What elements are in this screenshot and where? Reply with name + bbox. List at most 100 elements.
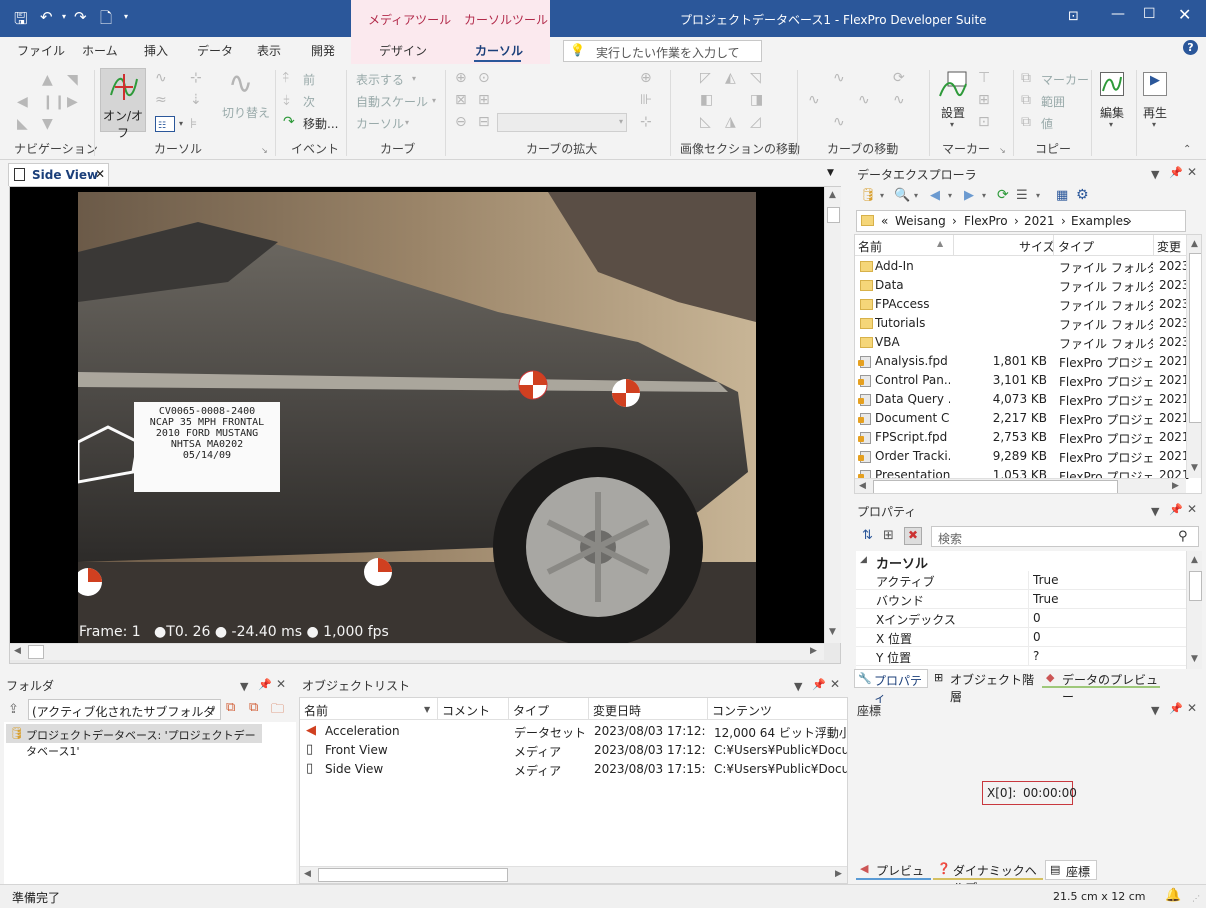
path-segment[interactable]: Weisang [895, 214, 946, 228]
explorer-file-row[interactable]: VBA ファイル フォルダー 2023/ [855, 333, 1189, 352]
panel-menu-icon[interactable]: ▼ [1151, 168, 1159, 181]
tab-home[interactable]: ホーム [82, 42, 118, 59]
cursor-lines-icon[interactable]: ⊧ [190, 116, 197, 132]
forward-icon[interactable]: ▶ [964, 188, 974, 203]
marker-c-icon[interactable]: ⊡ [978, 114, 990, 130]
help-icon[interactable]: ? [1183, 40, 1198, 55]
tab-data[interactable]: データ [197, 42, 233, 59]
path-separator[interactable]: › [1061, 214, 1066, 228]
close-panel-icon[interactable]: ✕ [830, 677, 840, 691]
doc-tabs-dropdown-icon[interactable]: ▼ [827, 168, 834, 178]
close-panel-icon[interactable]: ✕ [1187, 165, 1197, 179]
maximize-icon[interactable]: ☐ [1143, 6, 1156, 22]
copy-value-icon[interactable]: ⧉ [1021, 114, 1031, 130]
quick-access-dropdown-icon[interactable]: ▾ [124, 12, 128, 21]
back-icon[interactable]: ◀ [930, 188, 940, 203]
switch-icon[interactable]: ∿ [228, 66, 253, 101]
column-header-modified[interactable]: 変更 [1157, 238, 1181, 255]
redo-icon[interactable]: ↷ [74, 8, 87, 26]
property-row[interactable]: バウンド True [856, 590, 1186, 609]
cursor-down-icon[interactable]: ⇣ [190, 92, 202, 108]
zoom-in-icon[interactable]: ⊕ [455, 70, 467, 86]
arrow-corner-icon[interactable]: ◥ [67, 72, 78, 88]
column-header-type[interactable]: タイプ [513, 702, 549, 719]
event-move-button[interactable]: 移動... [303, 115, 338, 132]
sort-az-icon[interactable]: ⇅ [862, 528, 873, 543]
marker-dialog-launcher-icon[interactable]: ↘ [999, 146, 1006, 155]
path-separator[interactable]: › [952, 214, 957, 228]
object-row[interactable]: ◀ Acceleration データセット 2023/08/03 17:12:16 12… [300, 722, 847, 741]
media-vscrollbar[interactable]: ▲ ▼ [824, 187, 841, 643]
properties-search-input[interactable]: 検索 ⚲ [931, 526, 1199, 547]
pin-icon[interactable]: 📌 [1169, 702, 1183, 715]
explorer-file-row[interactable]: Document C... 2,217 KB FlexPro プロジェ... 2021… [855, 409, 1189, 428]
image-move-down-icon[interactable]: ◮ [725, 114, 736, 130]
marker-settings-label[interactable]: 設置 [941, 104, 965, 121]
zoom-preset-icon[interactable]: ⊟ [478, 114, 490, 130]
resize-grip-icon[interactable]: ⋰ [1192, 894, 1200, 903]
tab-insert[interactable]: 挿入 [144, 42, 168, 59]
panel-menu-icon[interactable]: ▼ [794, 680, 802, 693]
property-row[interactable]: アクティブ True [856, 571, 1186, 590]
arrow-right-icon[interactable]: ▶ [67, 94, 78, 110]
curve-cursor-button[interactable]: カーソル [356, 115, 404, 132]
tab-cursor[interactable]: カーソル [475, 42, 523, 59]
image-move-downleft-icon[interactable]: ◺ [700, 114, 711, 130]
explorer-file-row[interactable]: Add-In ファイル フォルダー 2023/ [855, 257, 1189, 276]
close-panel-icon[interactable]: ✕ [1187, 701, 1197, 715]
arrow-left-down-icon[interactable]: ◣ [17, 116, 28, 132]
new-document-icon[interactable]: 🗋 [100, 8, 112, 33]
cursor-plus-icon[interactable]: ⊹ [190, 70, 202, 86]
image-move-downright-icon[interactable]: ◿ [750, 114, 761, 130]
folder-open-icon[interactable]: 🗀 [271, 700, 284, 722]
pin-icon[interactable]: 📌 [1169, 503, 1183, 516]
search-doc-icon[interactable]: 🔍 [894, 188, 910, 203]
tab-coordinates[interactable]: ▤ 座標 [1045, 860, 1097, 880]
object-row[interactable]: ▯ Front View メディア 2023/08/03 17:12:24 C:¥Use… [300, 741, 847, 760]
event-prev-button[interactable]: 前 [303, 71, 315, 88]
explorer-file-row[interactable]: FPAccess ファイル フォルダー 2023/ [855, 295, 1189, 314]
panel-menu-icon[interactable]: ▼ [240, 680, 248, 693]
arrow-up-icon[interactable]: ▲ [42, 72, 53, 88]
event-prev-icon[interactable]: ⤉ [283, 70, 289, 86]
zoom-bars-icon[interactable]: ⊪ [640, 92, 652, 108]
copy-marker-button[interactable]: マーカー [1041, 71, 1089, 88]
path-segment[interactable]: 2021 [1024, 214, 1055, 228]
curve-scale-icon[interactable]: ⟳ [893, 70, 905, 86]
curve-move-left-icon[interactable]: ∿ [808, 92, 820, 108]
explorer-path-bar[interactable]: « Weisang › FlexPro › 2021 › Examples › [856, 210, 1186, 232]
image-move-upright-icon[interactable]: ◹ [750, 70, 761, 86]
close-panel-icon[interactable]: ✕ [276, 677, 286, 691]
event-next-button[interactable]: 次 [303, 93, 315, 110]
path-segment[interactable]: FlexPro [964, 214, 1008, 228]
path-separator[interactable]: › [1014, 214, 1019, 228]
cursor-type-picker[interactable]: ☷ [155, 116, 175, 132]
event-move-icon[interactable]: ↷ [283, 114, 295, 130]
path-overflow[interactable]: « [881, 214, 888, 228]
property-value[interactable]: True [1033, 573, 1183, 587]
tab-develop[interactable]: 開発 [311, 42, 335, 59]
property-value[interactable]: ? [1033, 649, 1183, 663]
cursor-type-dropdown-icon[interactable]: ▾ [179, 119, 183, 128]
tab-view[interactable]: 表示 [257, 42, 281, 59]
column-header-type[interactable]: タイプ [1058, 238, 1094, 255]
play-button[interactable]: 再生 [1143, 104, 1167, 121]
zoom-shift-icon[interactable]: ⊹ [640, 114, 652, 130]
tell-me-input[interactable]: 💡 実行したい作業を入力してく... [563, 40, 762, 77]
media-view[interactable]: CV0065-0008-2400 NCAP 35 MPH FRONTAL 201… [9, 186, 841, 664]
arrow-down-icon[interactable]: ▼ [42, 116, 53, 132]
column-header-size[interactable]: サイズ [1019, 238, 1055, 255]
marker-b-icon[interactable]: ⊞ [978, 92, 990, 108]
copy-marker-icon[interactable]: ⧉ [1021, 70, 1031, 86]
tab-side-view[interactable]: Side View ✕ [8, 163, 109, 186]
collapse-ribbon-icon[interactable]: ⌃ [1183, 144, 1191, 155]
marker-a-icon[interactable]: ⊤ [978, 70, 990, 86]
explorer-file-row[interactable]: Data Query ... 4,073 KB FlexPro プロジェ... 202… [855, 390, 1189, 409]
object-row[interactable]: ▯ Side View メディア 2023/08/03 17:15:53 C:¥User… [300, 760, 847, 779]
cursor-wave2-icon[interactable]: ≈ [155, 92, 167, 108]
explorer-file-row[interactable]: Tutorials ファイル フォルダー 2023/ [855, 314, 1189, 333]
ribbon-display-options-icon[interactable]: ⊡ [1068, 9, 1079, 24]
explorer-file-row[interactable]: Analysis.fpd 1,801 KB FlexPro プロジェ... 2021/ [855, 352, 1189, 371]
explorer-file-row[interactable]: Order Tracki... 9,289 KB FlexPro プロジェ... 20… [855, 447, 1189, 466]
curve-move-right-icon[interactable]: ∿ [858, 92, 870, 108]
